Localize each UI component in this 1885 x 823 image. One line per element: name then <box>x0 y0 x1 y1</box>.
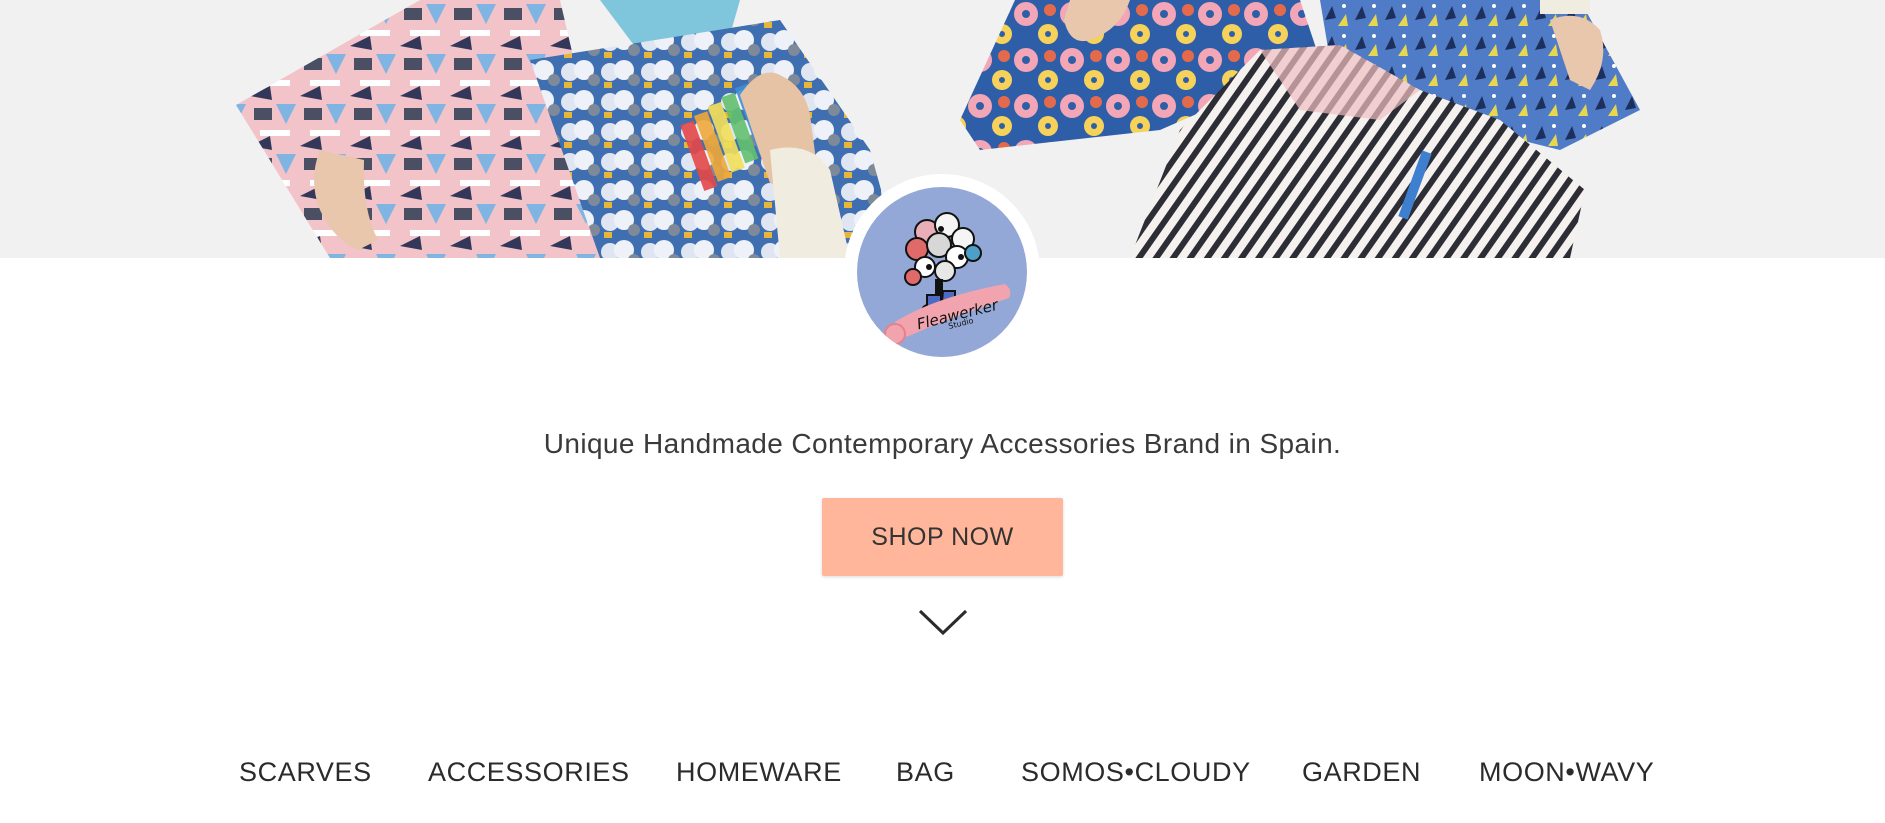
category-garden[interactable]: GARDEN <box>1302 757 1421 788</box>
chevron-down-icon[interactable] <box>918 605 968 639</box>
category-accessories[interactable]: ACCESSORIES <box>428 757 630 788</box>
logo-disc: Fleawerker Studio <box>857 187 1027 357</box>
flea-character-icon: Fleawerker Studio <box>884 212 1011 345</box>
tagline: Unique Handmade Contemporary Accessories… <box>543 428 1342 459</box>
category-moon-wavy[interactable]: MOON•WAVY <box>1479 757 1654 788</box>
category-scarves[interactable]: SCARVES <box>239 757 372 788</box>
category-homeware[interactable]: HOMEWARE <box>676 757 842 788</box>
category-somos-cloudy[interactable]: SOMOS•CLOUDY <box>1021 757 1251 788</box>
page: Fleawerker Studio Unique Handmade Contem… <box>0 0 1885 823</box>
brand-logo[interactable]: Fleawerker Studio <box>844 174 1040 370</box>
category-bag[interactable]: BAG <box>896 757 955 788</box>
category-nav: SCARVES ACCESSORIES HOMEWARE BAG SOMOS•C… <box>0 757 1885 797</box>
shop-now-button[interactable]: SHOP NOW <box>822 498 1063 576</box>
